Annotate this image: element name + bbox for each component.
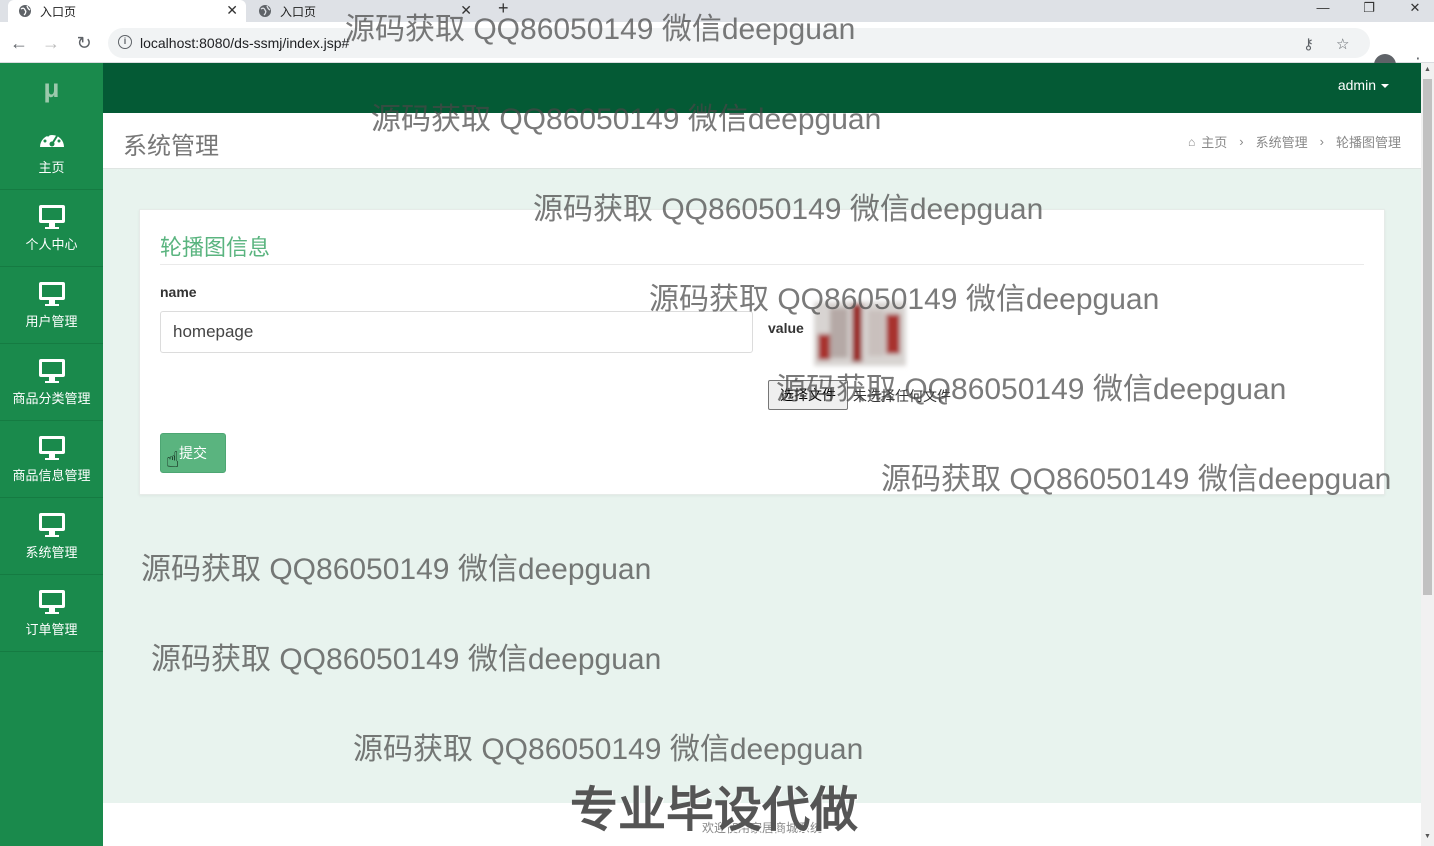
user-name: admin: [1337, 77, 1376, 93]
browser-tab[interactable]: 入口页 ✕: [250, 0, 480, 22]
browser-tab-strip: 入口页 ✕ 入口页 ✕ + — ❐ ✕: [0, 0, 1434, 22]
close-tab-icon[interactable]: ✕: [460, 2, 472, 19]
monitor-icon: [38, 512, 65, 537]
carousel-form-card: 轮播图信息 name value 选择文件 未选择任何文件 提交: [139, 209, 1385, 495]
browser-tab-title: 入口页: [40, 4, 77, 19]
sidebar-item-categories[interactable]: 商品分类管理: [0, 344, 103, 421]
page-header: 系统管理 ⌂ 主页 › 系统管理 › 轮播图管理: [103, 113, 1421, 169]
value-label: value: [768, 320, 804, 336]
page-title: 系统管理: [123, 133, 219, 160]
sidebar-item-profile[interactable]: 个人中心: [0, 190, 103, 267]
scroll-down-icon[interactable]: ▼: [1424, 833, 1431, 840]
new-tab-icon[interactable]: +: [498, 0, 509, 19]
user-menu[interactable]: admin: [1338, 77, 1389, 93]
sidebar-item-label: 商品分类管理: [12, 390, 91, 406]
reload-icon[interactable]: ↻: [73, 32, 95, 54]
minimize-icon[interactable]: —: [1300, 0, 1346, 22]
window-close-icon[interactable]: ✕: [1392, 0, 1434, 22]
sidebar-item-products[interactable]: 商品信息管理: [0, 421, 103, 498]
breadcrumb-system[interactable]: 系统管理: [1256, 132, 1308, 151]
breadcrumb-separator-icon: ›: [1239, 134, 1244, 149]
browser-tab-active[interactable]: 入口页 ✕: [8, 0, 246, 22]
restore-icon[interactable]: ❐: [1346, 0, 1392, 22]
sidebar-item-label: 用户管理: [25, 313, 78, 329]
globe-icon: [19, 5, 31, 17]
breadcrumb-separator-icon: ›: [1319, 134, 1324, 149]
name-input[interactable]: [160, 311, 753, 353]
name-label: name: [160, 284, 197, 300]
globe-icon: [259, 5, 271, 17]
key-icon[interactable]: ⚷: [1303, 35, 1314, 53]
url-text[interactable]: localhost:8080/ds-ssmj/index.jsp#: [140, 35, 349, 51]
sidebar-item-users[interactable]: 用户管理: [0, 267, 103, 344]
scroll-up-icon[interactable]: ▲: [1424, 66, 1431, 73]
sidebar-item-label: 商品信息管理: [12, 467, 91, 483]
divider: [160, 264, 1364, 265]
sidebar-item-label: 系统管理: [25, 544, 78, 560]
sidebar-item-system[interactable]: 系统管理: [0, 498, 103, 575]
sidebar-item-label: 订单管理: [25, 621, 78, 637]
sidebar-item-label: 主页: [38, 159, 65, 175]
back-icon[interactable]: ←: [8, 32, 30, 54]
monitor-icon: [38, 358, 65, 383]
watermark-banner: 专业毕设代做: [570, 784, 859, 837]
monitor-icon: [38, 435, 65, 460]
breadcrumb-current: 轮播图管理: [1335, 135, 1401, 150]
monitor-icon: [38, 281, 65, 306]
choose-file-button[interactable]: 选择文件: [768, 380, 848, 410]
scroll-thumb[interactable]: [1423, 79, 1432, 595]
caret-down-icon: [1381, 84, 1389, 89]
forward-icon[interactable]: →: [40, 32, 62, 54]
main-content: 轮播图信息 name value 选择文件 未选择任何文件 提交: [103, 169, 1421, 803]
sidebar: μ 主页 个人中心 用户管理 商品分类管理 商品信息管理 系统管理 订单管理: [0, 63, 103, 846]
breadcrumb-home[interactable]: 主页: [1201, 132, 1227, 151]
hand-cursor-icon: ☝: [166, 447, 180, 472]
file-status: 未选择任何文件: [853, 388, 951, 404]
sidebar-item-home[interactable]: 主页: [0, 113, 103, 190]
monitor-icon: [38, 204, 65, 229]
info-icon[interactable]: i: [118, 35, 132, 49]
scrollbar[interactable]: ▲ ▼: [1421, 63, 1434, 846]
address-bar: ← → ↻ i localhost:8080/ds-ssmj/index.jsp…: [0, 22, 1434, 76]
app-logo: μ: [43, 73, 60, 103]
sidebar-item-orders[interactable]: 订单管理: [0, 575, 103, 652]
breadcrumb: ⌂ 主页 › 系统管理 › 轮播图管理: [1188, 132, 1401, 151]
image-preview: [810, 294, 910, 374]
browser-tab-title: 入口页: [280, 4, 317, 19]
url-field[interactable]: i localhost:8080/ds-ssmj/index.jsp# ⚷ ☆: [108, 28, 1370, 58]
star-icon[interactable]: ☆: [1336, 35, 1349, 53]
home-icon: ⌂: [1188, 134, 1196, 149]
sidebar-item-label: 个人中心: [25, 236, 78, 252]
top-navbar: admin: [103, 63, 1421, 113]
monitor-icon: [38, 589, 65, 614]
close-tab-icon[interactable]: ✕: [226, 2, 238, 19]
dashboard-icon: [39, 133, 64, 147]
form-title: 轮播图信息: [160, 235, 271, 260]
